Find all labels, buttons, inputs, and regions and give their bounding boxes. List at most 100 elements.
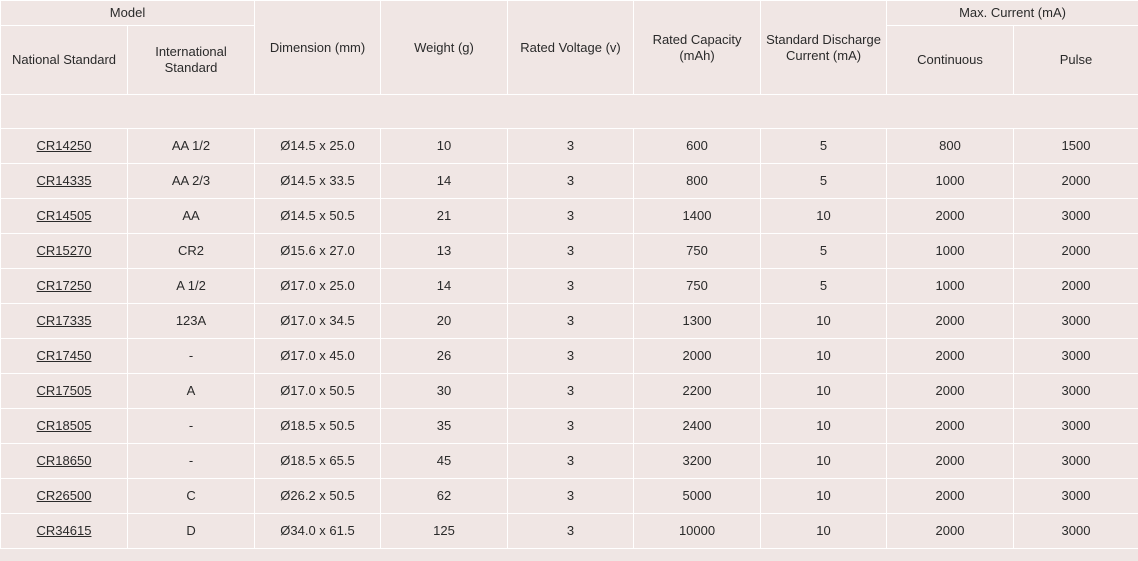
cell-international-standard: D (126, 513, 256, 549)
cell-rated-voltage: 3 (507, 513, 635, 549)
cell-national-standard: CR17450 (0, 338, 128, 374)
cell-weight: 10 (380, 128, 509, 164)
cell-rated-voltage: 3 (507, 373, 635, 409)
header-rated-voltage: Rated Voltage (v) (507, 0, 635, 95)
table-row: CR34615 D Ø34.0 x 61.5 125 3 10000 10 2000 3000 (0, 513, 1138, 549)
cell-dimension: Ø14.5 x 33.5 (254, 163, 382, 199)
table-row: CR14505 AA Ø14.5 x 50.5 21 3 1400 10 2000 3000 (0, 198, 1138, 234)
cell-international-standard: AA (126, 198, 256, 234)
cell-pulse: 3000 (1013, 443, 1138, 479)
cell-pulse: 3000 (1013, 303, 1138, 339)
model-link[interactable]: CR18650 (37, 453, 92, 468)
cell-rated-voltage: 3 (507, 163, 635, 199)
table-row: CR17250 A 1/2 Ø17.0 x 25.0 14 3 750 5 1000 2000 (0, 268, 1138, 304)
cell-rated-voltage: 3 (507, 198, 635, 234)
cell-standard-discharge: 10 (760, 443, 888, 479)
cell-weight: 14 (380, 163, 509, 199)
table-row: CR17505 A Ø17.0 x 50.5 30 3 2200 10 2000 3000 (0, 373, 1138, 409)
cell-weight: 13 (380, 233, 509, 269)
cell-continuous: 2000 (886, 373, 1015, 409)
cell-continuous: 2000 (886, 408, 1015, 444)
table-row: CR18650 - Ø18.5 x 65.5 45 3 3200 10 2000 3000 (0, 443, 1138, 479)
cell-pulse: 3000 (1013, 408, 1138, 444)
cell-dimension: Ø14.5 x 50.5 (254, 198, 382, 234)
cell-rated-voltage: 3 (507, 268, 635, 304)
cell-dimension: Ø17.0 x 34.5 (254, 303, 382, 339)
cell-dimension: Ø17.0 x 50.5 (254, 373, 382, 409)
cell-national-standard: CR34615 (0, 513, 128, 549)
cell-rated-capacity: 3200 (633, 443, 762, 479)
cell-dimension: Ø14.5 x 25.0 (254, 128, 382, 164)
cell-standard-discharge: 10 (760, 373, 888, 409)
cell-dimension: Ø34.0 x 61.5 (254, 513, 382, 549)
table-row: CR26500 C Ø26.2 x 50.5 62 3 5000 10 2000 3000 (0, 478, 1138, 514)
model-link[interactable]: CR34615 (37, 523, 92, 538)
cell-rated-voltage: 3 (507, 443, 635, 479)
cell-pulse: 3000 (1013, 513, 1138, 549)
cell-dimension: Ø26.2 x 50.5 (254, 478, 382, 514)
header-spacer-row (0, 94, 1138, 129)
cell-national-standard: CR18650 (0, 443, 128, 479)
model-link[interactable]: CR17505 (37, 383, 92, 398)
cell-international-standard: AA 2/3 (126, 163, 256, 199)
model-link[interactable]: CR18505 (37, 418, 92, 433)
header-rated-capacity: Rated Capacity (mAh) (633, 0, 762, 95)
cell-rated-capacity: 10000 (633, 513, 762, 549)
cell-weight: 35 (380, 408, 509, 444)
cell-rated-voltage: 3 (507, 408, 635, 444)
cell-weight: 21 (380, 198, 509, 234)
model-link[interactable]: CR15270 (37, 243, 92, 258)
cell-national-standard: CR14335 (0, 163, 128, 199)
cell-rated-voltage: 3 (507, 338, 635, 374)
cell-weight: 30 (380, 373, 509, 409)
model-link[interactable]: CR17450 (37, 348, 92, 363)
cell-dimension: Ø18.5 x 65.5 (254, 443, 382, 479)
cell-standard-discharge: 10 (760, 338, 888, 374)
cell-rated-capacity: 2200 (633, 373, 762, 409)
header-standard-discharge: Standard Discharge Current (mA) (760, 0, 888, 95)
cell-international-standard: A 1/2 (126, 268, 256, 304)
cell-continuous: 1000 (886, 233, 1015, 269)
cell-pulse: 2000 (1013, 233, 1138, 269)
model-link[interactable]: CR26500 (37, 488, 92, 503)
cell-continuous: 2000 (886, 478, 1015, 514)
cell-rated-capacity: 1400 (633, 198, 762, 234)
cell-international-standard: 123A (126, 303, 256, 339)
cell-continuous: 2000 (886, 513, 1015, 549)
spacer-cell (0, 94, 1138, 129)
cell-weight: 45 (380, 443, 509, 479)
cell-international-standard: CR2 (126, 233, 256, 269)
cell-continuous: 800 (886, 128, 1015, 164)
cell-pulse: 2000 (1013, 268, 1138, 304)
cell-rated-capacity: 750 (633, 233, 762, 269)
header-national-standard: National Standard (0, 25, 128, 95)
cell-national-standard: CR17250 (0, 268, 128, 304)
cell-rated-voltage: 3 (507, 233, 635, 269)
cell-international-standard: - (126, 338, 256, 374)
cell-weight: 14 (380, 268, 509, 304)
header-dimension: Dimension (mm) (254, 0, 382, 95)
cell-standard-discharge: 10 (760, 198, 888, 234)
model-link[interactable]: CR14505 (37, 208, 92, 223)
model-link[interactable]: CR17335 (37, 313, 92, 328)
cell-weight: 20 (380, 303, 509, 339)
header-model: Model (0, 0, 256, 26)
cell-national-standard: CR14505 (0, 198, 128, 234)
battery-spec-table: Model Dimension (mm) Weight (g) Rated Vo… (0, 0, 1138, 549)
header-international-standard: International Standard (126, 25, 256, 95)
cell-pulse: 1500 (1013, 128, 1138, 164)
table-body: CR14250 AA 1/2 Ø14.5 x 25.0 10 3 600 5 800 1500 C… (0, 128, 1138, 549)
cell-standard-discharge: 5 (760, 233, 888, 269)
header-weight: Weight (g) (380, 0, 509, 95)
cell-standard-discharge: 5 (760, 163, 888, 199)
model-link[interactable]: CR17250 (37, 278, 92, 293)
cell-weight: 62 (380, 478, 509, 514)
model-link[interactable]: CR14250 (37, 138, 92, 153)
cell-national-standard: CR17505 (0, 373, 128, 409)
cell-rated-capacity: 2000 (633, 338, 762, 374)
cell-continuous: 2000 (886, 198, 1015, 234)
model-link[interactable]: CR14335 (37, 173, 92, 188)
cell-continuous: 1000 (886, 163, 1015, 199)
cell-rated-voltage: 3 (507, 128, 635, 164)
cell-international-standard: AA 1/2 (126, 128, 256, 164)
